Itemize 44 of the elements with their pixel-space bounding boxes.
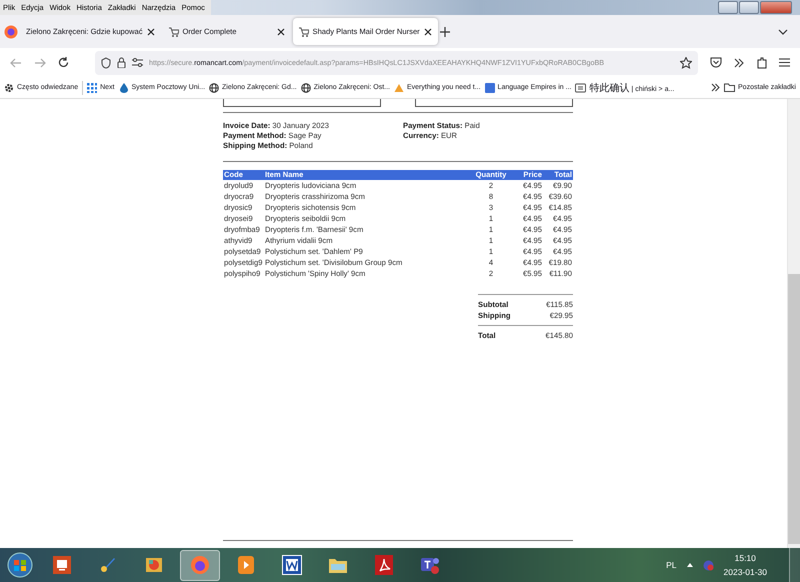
paint-brush-icon[interactable] — [99, 556, 117, 574]
cart-icon — [168, 26, 178, 36]
reload-icon[interactable] — [58, 57, 69, 68]
page-icon — [575, 82, 586, 92]
extensions-icon[interactable] — [756, 56, 767, 68]
pdf-icon[interactable] — [375, 555, 393, 575]
permissions-icon — [132, 58, 143, 67]
chevron-down-icon[interactable] — [778, 28, 788, 34]
minimize-button[interactable] — [718, 1, 738, 14]
document-icon[interactable] — [282, 555, 302, 575]
droplet-icon — [118, 82, 128, 92]
slides-icon[interactable] — [53, 556, 71, 574]
globe-icon — [209, 82, 220, 92]
close-icon[interactable] — [424, 28, 432, 36]
scrollbar-thumb[interactable] — [788, 274, 800, 544]
pocket-icon[interactable] — [710, 57, 722, 68]
shield-icon — [101, 56, 111, 68]
gallery-icon[interactable] — [145, 556, 163, 574]
cart-icon — [298, 26, 308, 36]
start-orb-icon[interactable] — [7, 552, 33, 578]
chat-app-icon[interactable] — [420, 555, 440, 575]
menu-icon[interactable] — [779, 58, 790, 67]
maximize-button[interactable] — [739, 1, 759, 14]
clock[interactable]: 15:10 2023-01-30 — [724, 553, 767, 577]
close-icon[interactable] — [276, 28, 284, 36]
play-icon[interactable] — [238, 556, 254, 574]
lock-icon — [117, 57, 126, 68]
language-indicator[interactable]: PL — [666, 560, 677, 570]
triangle-icon — [394, 82, 404, 92]
star-icon[interactable] — [680, 56, 692, 68]
folder-icon — [724, 83, 736, 92]
grid-icon — [87, 82, 98, 92]
scrollbar[interactable] — [787, 99, 800, 548]
plus-icon[interactable] — [440, 26, 450, 36]
square-icon — [484, 82, 495, 92]
gear-icon — [4, 82, 14, 92]
browser-logo-icon[interactable] — [4, 24, 18, 38]
caret-up-icon[interactable] — [686, 563, 693, 567]
globe-icon — [300, 82, 311, 92]
show-desktop-button[interactable] — [789, 548, 800, 582]
close-icon[interactable] — [146, 28, 154, 36]
folder-icon[interactable] — [328, 556, 348, 574]
double-chevron-icon[interactable] — [711, 83, 720, 92]
double-chevron-icon[interactable] — [734, 58, 744, 68]
